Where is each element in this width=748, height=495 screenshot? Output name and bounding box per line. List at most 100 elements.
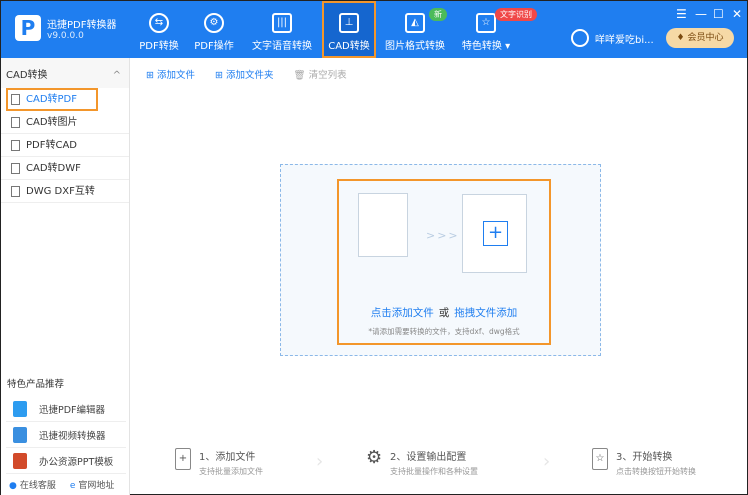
app-logo: P bbox=[15, 15, 41, 41]
step-convert: ☆ 3、开始转换点击转换按钮开始转换 bbox=[592, 448, 696, 477]
ie-icon: e bbox=[69, 481, 76, 491]
step-settings: ⚙ 2、设置输出配置支持批量操作和各种设置 bbox=[366, 448, 478, 477]
chevron-right-icon: › bbox=[543, 451, 551, 472]
vip-center-button[interactable]: ♦ 会员中心 bbox=[666, 28, 734, 48]
document-illustration-icon bbox=[358, 193, 408, 257]
nav-label: 图片格式转换 bbox=[385, 41, 445, 52]
toolbar: ⊞ 添加文件 ⊞ 添加文件夹 🗑 清空列表 bbox=[146, 67, 347, 81]
ppt-icon bbox=[13, 452, 27, 469]
add-file-icon: + bbox=[175, 448, 191, 470]
sidebar-item-cad-to-pdf[interactable]: CAD转PDF bbox=[6, 88, 98, 111]
nav-text-speech[interactable]: ||| 文字语音转换 bbox=[251, 1, 313, 58]
nav-pdf-operate[interactable]: ⚙ PDF操作 bbox=[191, 1, 237, 58]
rec-pdf-editor[interactable]: 迅捷PDF编辑器 bbox=[6, 396, 126, 422]
recommend-title: 特色产品推荐 bbox=[7, 379, 65, 390]
nav-label: 文字语音转换 bbox=[252, 41, 312, 52]
add-file-icon: ⊞ bbox=[146, 70, 157, 81]
chevron-down-icon: ▾ bbox=[505, 41, 511, 52]
chevron-right-icon: › bbox=[316, 451, 324, 472]
app-version: v9.0.0.0 bbox=[47, 31, 84, 41]
button-label: 清空列表 bbox=[308, 70, 347, 81]
minimize-icon[interactable]: — bbox=[695, 7, 707, 21]
pdf-convert-icon: ⇆ bbox=[149, 13, 169, 33]
new-badge: 新 bbox=[429, 8, 447, 21]
maximize-icon[interactable]: ☐ bbox=[713, 7, 724, 21]
vip-label: 会员中心 bbox=[687, 33, 724, 43]
step-title: 2、设置输出配置 bbox=[390, 452, 467, 463]
sidebar: CAD转换 ^ CAD转PDF CAD转图片 PDF转CAD CAD转DWF DW… bbox=[1, 58, 130, 495]
nav-label: PDF转换 bbox=[139, 41, 179, 52]
or-text: 或 bbox=[438, 307, 450, 319]
drop-hint: *请添加需要转换的文件，支持dxf、dwg格式 bbox=[368, 327, 520, 336]
plus-icon: + bbox=[483, 221, 508, 246]
drop-text: 点击添加文件或拖拽文件添加 bbox=[337, 305, 551, 320]
click-add-link[interactable]: 点击添加文件 bbox=[371, 307, 434, 319]
item-label: PDF转CAD bbox=[26, 139, 78, 151]
convert-icon: ☆ bbox=[592, 448, 608, 470]
pdf-operate-icon: ⚙ bbox=[204, 13, 224, 33]
image-file-icon bbox=[11, 116, 20, 128]
step-title: 3、开始转换 bbox=[616, 452, 673, 463]
pdf-editor-icon bbox=[13, 400, 27, 417]
add-folder-button[interactable]: ⊞ 添加文件夹 bbox=[215, 67, 274, 81]
sidebar-item-cad-to-dwf[interactable]: CAD转DWF bbox=[1, 157, 129, 180]
diamond-icon: ♦ bbox=[676, 33, 688, 43]
nav-label: 特色转换 bbox=[461, 41, 502, 52]
rec-label: 迅捷PDF编辑器 bbox=[39, 404, 106, 416]
file-icon bbox=[11, 185, 20, 197]
image-icon: ◭ bbox=[405, 13, 425, 33]
sidebar-section-cad[interactable]: CAD转换 ^ bbox=[1, 58, 129, 88]
button-label: 添加文件 bbox=[156, 70, 195, 81]
item-label: CAD转PDF bbox=[26, 93, 78, 105]
add-folder-icon: ⊞ bbox=[215, 70, 226, 81]
cad-icon: ⊥ bbox=[339, 13, 359, 33]
sidebar-item-cad-to-image[interactable]: CAD转图片 bbox=[1, 111, 129, 134]
special-icon: ☆ bbox=[476, 13, 496, 33]
chevron-up-icon[interactable]: ^ bbox=[113, 58, 121, 94]
app-name: 迅捷PDF转换器 bbox=[47, 20, 117, 31]
sidebar-item-dwg-dxf[interactable]: DWG DXF互转 bbox=[1, 180, 129, 203]
nav-cad-convert[interactable]: ⊥ CAD转换 bbox=[322, 1, 376, 58]
ocr-badge: 文字识别 bbox=[495, 8, 537, 21]
clear-list-button[interactable]: 🗑 清空列表 bbox=[294, 67, 347, 81]
add-box[interactable]: + bbox=[462, 194, 527, 273]
step-add-file: +1、添加文件 支持批量添加文件 bbox=[175, 448, 263, 477]
sidebar-footer: ● 在线客服 e 官网地址 bbox=[9, 478, 114, 491]
file-icon bbox=[11, 139, 20, 151]
website-link[interactable]: e 官网地址 bbox=[70, 478, 115, 491]
rec-ppt-templates[interactable]: 办公资源PPT模板 bbox=[6, 448, 126, 474]
user-icon bbox=[571, 29, 589, 47]
item-label: CAD转DWF bbox=[26, 162, 81, 174]
link-label: 在线客服 bbox=[19, 481, 56, 491]
button-label: 添加文件夹 bbox=[225, 70, 274, 81]
menu-icon[interactable]: ☰ bbox=[676, 7, 687, 21]
header: P 迅捷PDF转换器 v9.0.0.0 ⇆ PDF转换 ⚙ PDF操作 ||| 文字语… bbox=[1, 1, 747, 58]
rec-video-converter[interactable]: 迅捷视频转换器 bbox=[6, 422, 126, 448]
link-label: 官网地址 bbox=[78, 481, 115, 491]
section-title: CAD转换 bbox=[6, 70, 48, 81]
rec-label: 迅捷视频转换器 bbox=[39, 430, 106, 442]
add-file-button[interactable]: ⊞ 添加文件 bbox=[146, 67, 195, 81]
step-desc: 支持批量添加文件 bbox=[199, 467, 263, 476]
audio-icon: ||| bbox=[272, 13, 292, 33]
service-icon: ● bbox=[9, 481, 17, 491]
file-icon bbox=[11, 93, 20, 105]
step-desc: 支持批量操作和各种设置 bbox=[390, 467, 478, 476]
item-label: DWG DXF互转 bbox=[26, 185, 95, 197]
sidebar-item-pdf-to-cad[interactable]: PDF转CAD bbox=[1, 134, 129, 157]
arrows-icon: >>> bbox=[426, 229, 460, 242]
online-service-link[interactable]: ● 在线客服 bbox=[9, 478, 56, 491]
user-account[interactable]: 咩咩爱吃bi... bbox=[571, 29, 654, 47]
drag-add-text: 拖拽文件添加 bbox=[454, 307, 518, 319]
gear-icon: ⚙ bbox=[366, 447, 383, 468]
nav-label: CAD转换 bbox=[328, 41, 370, 52]
item-label: CAD转图片 bbox=[26, 116, 78, 128]
close-icon[interactable]: ✕ bbox=[732, 7, 742, 21]
step-desc: 点击转换按钮开始转换 bbox=[616, 467, 696, 476]
video-converter-icon bbox=[13, 426, 27, 443]
step-title: 1、添加文件 bbox=[199, 452, 256, 463]
nav-label: PDF操作 bbox=[194, 41, 234, 52]
rec-label: 办公资源PPT模板 bbox=[39, 456, 114, 468]
nav-pdf-convert[interactable]: ⇆ PDF转换 bbox=[136, 1, 182, 58]
file-icon bbox=[11, 162, 20, 174]
